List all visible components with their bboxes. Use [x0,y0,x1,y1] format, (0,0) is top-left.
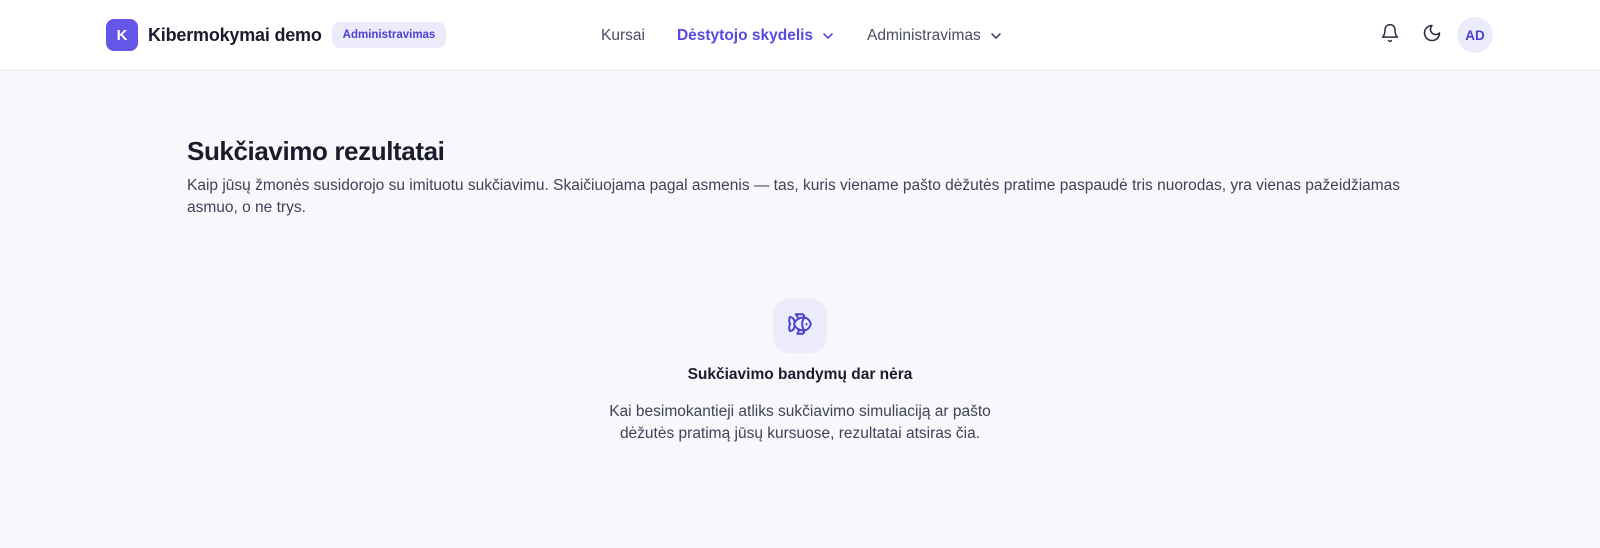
notifications-button[interactable] [1373,18,1407,52]
nav-item-label: Kursai [601,26,645,44]
top-navbar: K Kibermokymai demo Administravimas Kurs… [0,0,1600,71]
nav-item-label: Administravimas [867,26,981,44]
brand-logo[interactable]: K [106,19,138,51]
main-nav: Kursai Dėstytojo skydelis Administravima… [601,0,1003,71]
page-description: Kaip jūsų žmonės susidorojo su imituotu … [187,177,1401,216]
nav-item-administration[interactable]: Administravimas [867,27,1003,45]
nav-item-label: Dėstytojo skydelis [676,26,814,44]
nav-item-instructor-dashboard[interactable]: Dėstytojo skydelis [677,27,835,45]
chevron-down-icon [989,29,1003,43]
empty-state-title: Sukčiavimo bandymų dar nėra [687,366,913,383]
page-title: Sukčiavimo rezultatai [187,136,445,166]
chevron-down-icon [821,29,835,43]
nav-item-courses[interactable]: Kursai [601,27,645,45]
brand[interactable]: K Kibermokymai demo Administravimas [106,19,447,51]
empty-state-icon-tile [773,299,827,353]
moon-icon [1422,23,1442,48]
theme-toggle-button[interactable] [1415,18,1449,52]
user-avatar[interactable]: AD [1457,17,1493,53]
brand-name[interactable]: Kibermokymai demo [148,25,322,46]
empty-state-description: Kai besimokantieji atliks sukčiavimo sim… [609,403,991,442]
fish-icon [787,311,813,342]
role-badge: Administravimas [331,22,447,48]
header-actions: AD [1373,17,1493,53]
bell-icon [1380,23,1400,48]
